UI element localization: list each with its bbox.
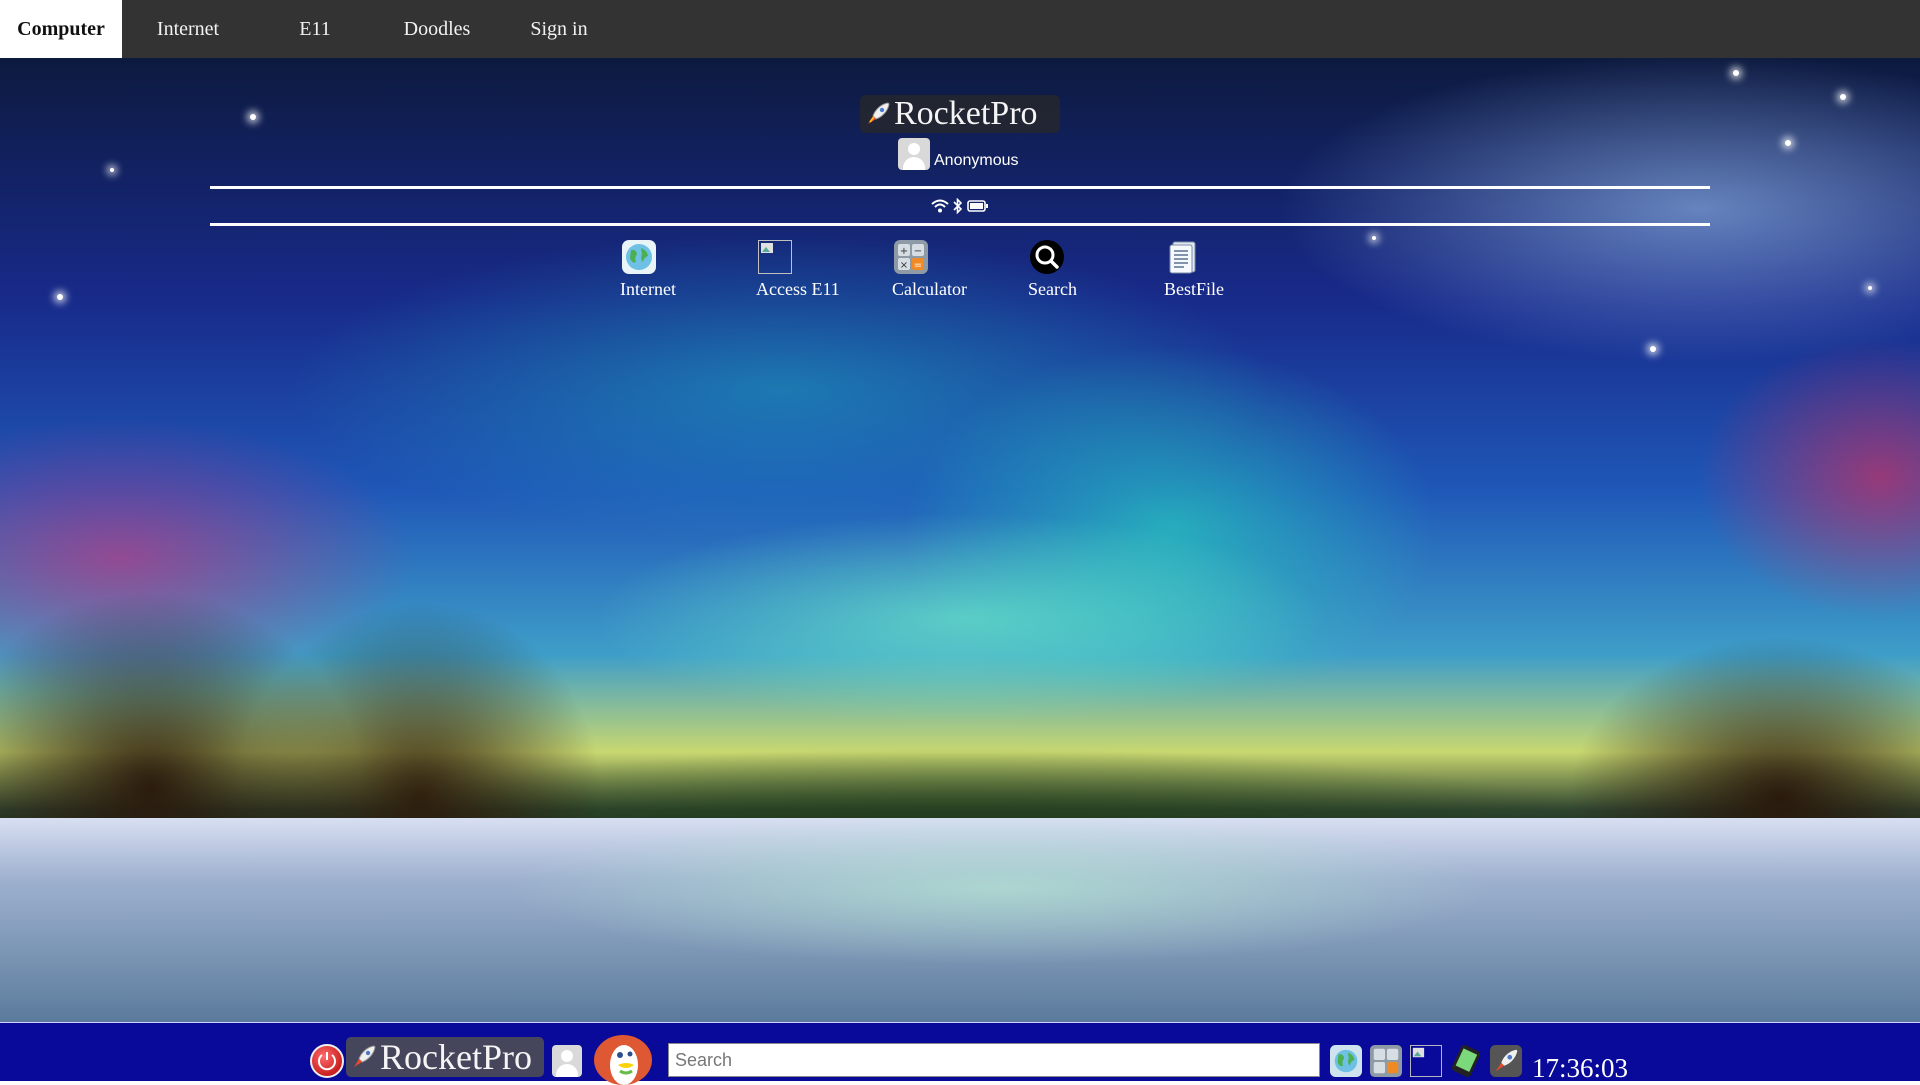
app-label: BestFile bbox=[1164, 279, 1225, 299]
tab-e11[interactable]: E11 bbox=[254, 0, 376, 58]
rocketpro-logo: RocketPro bbox=[860, 95, 1060, 133]
wifi-icon bbox=[931, 199, 949, 213]
svg-text:+: + bbox=[900, 246, 908, 257]
top-nav: Computer Internet E11 Doodles Sign in bbox=[0, 0, 1920, 58]
globe-icon bbox=[622, 240, 656, 274]
app-access-e11[interactable]: Access E11 bbox=[756, 240, 892, 300]
power-icon bbox=[318, 1052, 336, 1071]
duckduckgo-button[interactable] bbox=[594, 1035, 652, 1085]
star bbox=[1733, 70, 1739, 76]
taskbar-logo[interactable]: RocketPro bbox=[346, 1037, 544, 1077]
broken-image-icon[interactable] bbox=[1410, 1045, 1442, 1077]
taskbar-clock: 17:36:03 bbox=[1532, 1053, 1629, 1083]
svg-text:=: = bbox=[914, 260, 922, 271]
calculator-icon: + − × = bbox=[894, 240, 928, 274]
app-search[interactable]: Search bbox=[1028, 240, 1164, 300]
taskbar: RocketPro 17:36:03 bbox=[0, 1022, 1920, 1085]
tab-internet[interactable]: Internet bbox=[122, 0, 254, 58]
rocket-icon bbox=[868, 102, 890, 124]
app-bestfile[interactable]: BestFile bbox=[1164, 240, 1300, 300]
status-bar bbox=[210, 186, 1710, 226]
duck-icon bbox=[610, 1045, 638, 1085]
taskbar-user-button[interactable] bbox=[552, 1045, 582, 1077]
app-label: Calculator bbox=[892, 279, 967, 299]
bluetooth-icon bbox=[953, 198, 963, 214]
calculator-icon[interactable] bbox=[1370, 1045, 1402, 1077]
rocket-icon bbox=[354, 1045, 376, 1067]
star bbox=[1650, 346, 1656, 352]
star bbox=[250, 114, 256, 120]
broken-image-icon bbox=[758, 240, 792, 274]
rocket-icon[interactable] bbox=[1490, 1045, 1522, 1077]
star bbox=[57, 294, 63, 300]
wallpaper-lake bbox=[0, 818, 1920, 1022]
star bbox=[1868, 286, 1872, 290]
battery-icon bbox=[967, 199, 989, 213]
star bbox=[110, 168, 114, 172]
taskbar-search-input[interactable] bbox=[668, 1043, 1320, 1077]
tab-doodles[interactable]: Doodles bbox=[376, 0, 498, 58]
app-calculator[interactable]: + − × = Calculator bbox=[892, 240, 1028, 300]
document-icon bbox=[1169, 241, 1196, 274]
app-label: Internet bbox=[620, 279, 676, 299]
app-label: Search bbox=[1028, 279, 1077, 299]
tab-computer[interactable]: Computer bbox=[0, 0, 122, 58]
logo-text: RocketPro bbox=[380, 1037, 532, 1077]
app-label: Access E11 bbox=[756, 279, 840, 299]
app-internet[interactable]: Internet bbox=[620, 240, 756, 300]
power-button[interactable] bbox=[310, 1044, 344, 1078]
svg-text:−: − bbox=[914, 246, 922, 257]
desktop-apps: Internet Access E11 + − × = Calculator S… bbox=[620, 240, 1300, 300]
globe-icon[interactable] bbox=[1330, 1045, 1362, 1077]
phone-icon[interactable] bbox=[1450, 1045, 1482, 1077]
avatar bbox=[898, 138, 930, 170]
logo-text: RocketPro bbox=[894, 95, 1038, 132]
svg-text:×: × bbox=[900, 260, 908, 271]
magnifier-icon bbox=[1030, 240, 1064, 274]
star bbox=[1785, 140, 1791, 146]
tab-sign-in[interactable]: Sign in bbox=[498, 0, 620, 58]
user-profile[interactable]: Anonymous bbox=[898, 138, 1019, 170]
star bbox=[1840, 94, 1846, 100]
star bbox=[1372, 236, 1376, 240]
user-name: Anonymous bbox=[934, 152, 1019, 169]
